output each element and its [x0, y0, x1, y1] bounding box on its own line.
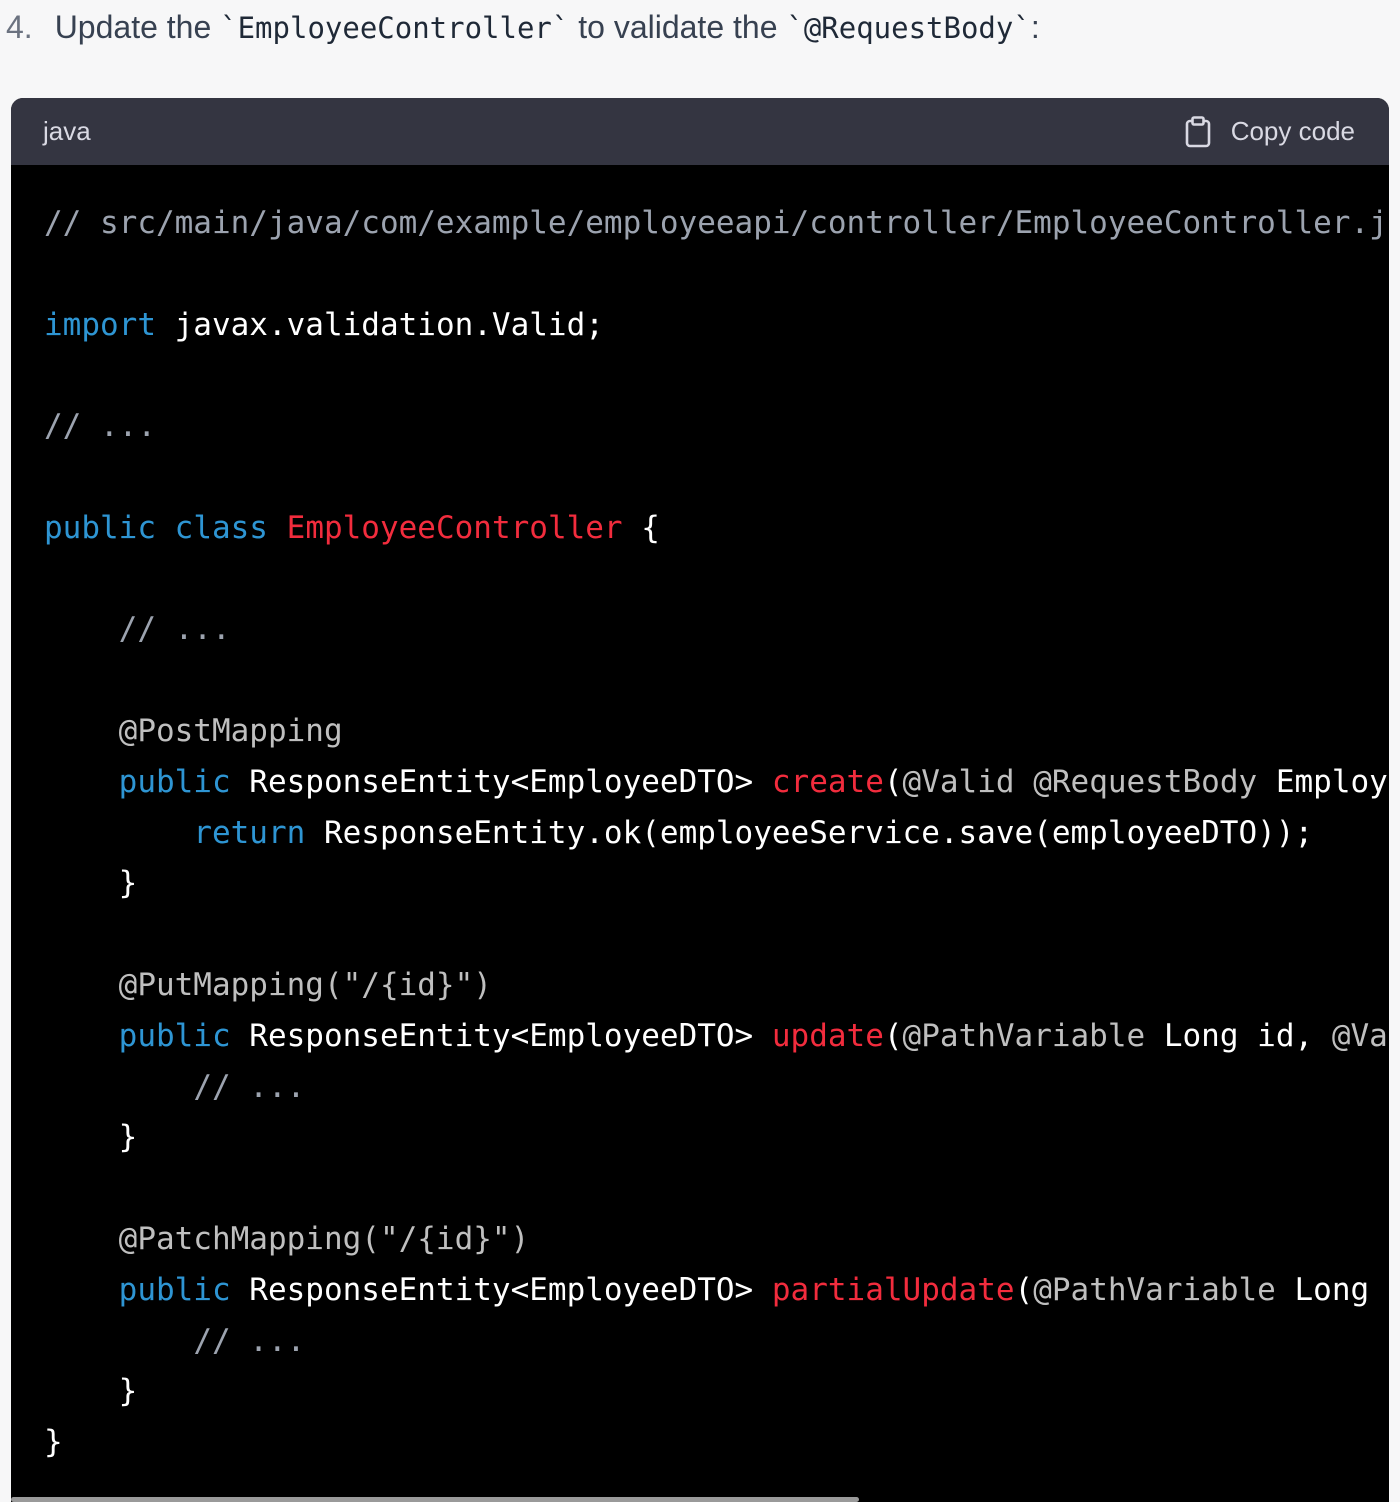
code-token: ResponseEntity<EmployeeDTO>	[230, 763, 772, 800]
copy-code-button[interactable]: Copy code	[1185, 98, 1355, 165]
copy-code-label: Copy code	[1230, 116, 1355, 146]
code-line: @PatchMapping("/{id}")	[44, 1214, 1389, 1265]
code-line: }	[44, 858, 1389, 909]
code-token: EmployeeDT	[1275, 763, 1389, 800]
code-token: @RequestBody	[1033, 763, 1258, 800]
code-token: (	[883, 1017, 903, 1054]
inline-code-controller: `EmployeeController`	[220, 11, 570, 45]
code-line: public class EmployeeController {	[44, 503, 1389, 554]
code-token: // ...	[193, 1322, 306, 1359]
code-token: (	[1014, 1271, 1034, 1308]
code-token: @PostMapping	[118, 712, 343, 749]
horizontal-scrollbar[interactable]	[11, 1497, 859, 1502]
code-token: public	[118, 763, 231, 800]
code-token: (	[883, 763, 903, 800]
code-line: @PutMapping("/{id}")	[44, 960, 1389, 1011]
code-token: @Valid	[1331, 1017, 1389, 1054]
step-number: 4.	[6, 9, 33, 45]
code-token: create	[771, 763, 884, 800]
code-token: ResponseEntity<EmployeeDTO>	[230, 1271, 772, 1308]
code-token: ResponseEntity<EmployeeDTO>	[230, 1017, 772, 1054]
code-token: }	[44, 1373, 138, 1410]
code-token: javax.validation.Valid;	[155, 306, 604, 343]
code-line: @PostMapping	[44, 706, 1389, 757]
code-line: return ResponseEntity.ok(employeeService…	[44, 808, 1389, 859]
code-token: }	[44, 1119, 138, 1156]
instruction-text-before: Update the	[54, 9, 212, 45]
code-token: // ...	[118, 611, 231, 648]
code-token: Long id,	[1145, 1017, 1332, 1054]
code-line: public ResponseEntity<EmployeeDTO> creat…	[44, 757, 1389, 808]
code-token: @PathVariable	[1033, 1271, 1276, 1308]
code-token: @PathVariable	[902, 1017, 1146, 1054]
code-line: import javax.validation.Valid;	[44, 300, 1389, 351]
code-token: return	[193, 814, 306, 851]
instruction-text: 4. Update the `EmployeeController` to val…	[6, 4, 1040, 50]
clipboard-icon	[1185, 115, 1211, 148]
code-line: }	[44, 1112, 1389, 1163]
code-line: public ResponseEntity<EmployeeDTO> parti…	[44, 1265, 1389, 1316]
code-token: }	[44, 865, 138, 902]
code-line: // ...	[44, 401, 1389, 452]
code-token: {	[622, 509, 660, 546]
code-token: Long id,	[1294, 1271, 1390, 1308]
code-line: // ...	[44, 1062, 1389, 1113]
code-line: }	[44, 1417, 1389, 1468]
code-token: partialUpdate	[771, 1271, 1015, 1308]
code-line: // src/main/java/com/example/employeeapi…	[44, 198, 1389, 249]
code-token: update	[771, 1017, 884, 1054]
code-line: // ...	[44, 1316, 1389, 1367]
code-language-label: java	[43, 116, 91, 146]
code-token: ResponseEntity.ok(employeeService.save(e…	[305, 814, 1314, 851]
code-token: @PutMapping("/{id}")	[118, 966, 492, 1003]
code-token: @PatchMapping("/{id}")	[118, 1220, 530, 1257]
code-token: // ...	[44, 408, 156, 445]
code-block: java Copy code // src/main/java/com/exam…	[11, 98, 1389, 1502]
code-line: }	[44, 1366, 1389, 1417]
code-line: // ...	[44, 604, 1389, 655]
inline-code-requestbody: `@RequestBody`	[786, 11, 1031, 45]
code-token: public	[118, 1271, 231, 1308]
code-line: public ResponseEntity<EmployeeDTO> updat…	[44, 1011, 1389, 1062]
code-block-header: java Copy code	[11, 98, 1389, 165]
code-token: public	[44, 509, 156, 546]
code-token: EmployeeController	[286, 509, 623, 546]
code-token: public	[118, 1017, 231, 1054]
code-content[interactable]: // src/main/java/com/example/employeeapi…	[44, 198, 1389, 1468]
instruction-text-middle: to validate the	[578, 9, 778, 45]
code-token: // ...	[193, 1068, 306, 1105]
code-token: }	[44, 1424, 63, 1461]
instruction-text-after: :	[1030, 9, 1040, 45]
code-token: @Valid	[902, 763, 1015, 800]
code-token: class	[174, 509, 268, 546]
code-token: // src/main/java/com/example/employeeapi…	[44, 205, 1389, 241]
code-token: import	[44, 306, 156, 343]
